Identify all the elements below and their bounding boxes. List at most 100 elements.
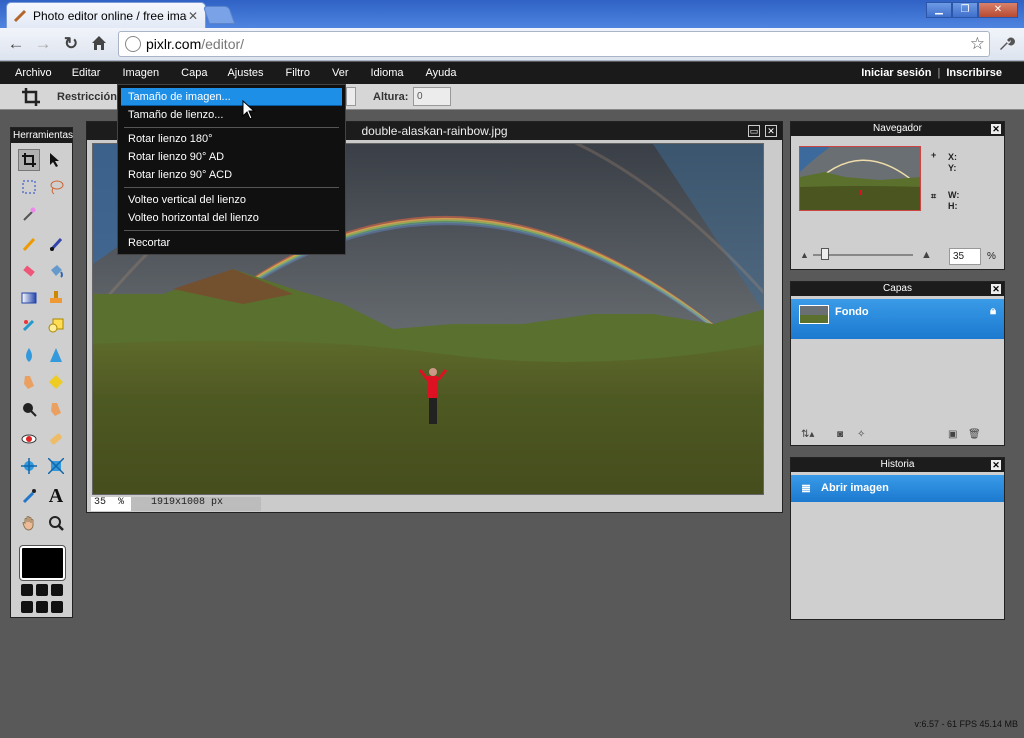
sharpen-tool-button[interactable] (45, 344, 67, 366)
zoom-tool-button[interactable] (45, 512, 67, 534)
color-picker-tool-button[interactable] (18, 485, 40, 507)
layers-close-icon[interactable]: ✕ (991, 284, 1001, 294)
menu-ayuda[interactable]: Ayuda (412, 62, 465, 84)
blur-tool-button[interactable] (18, 344, 40, 366)
layer-style-icon[interactable]: ✧ (857, 429, 865, 440)
color-replace-tool-button[interactable] (18, 314, 40, 336)
menu-imagen[interactable]: Imagen (108, 62, 167, 84)
delete-layer-icon[interactable]: 🗑︎ (968, 429, 981, 440)
menu-ajustes[interactable]: Ajustes (215, 62, 271, 84)
window-close-icon[interactable]: ✕ (978, 2, 1018, 18)
marquee-tool-button[interactable] (18, 176, 40, 198)
menu-item-rotate-90-ccw[interactable]: Rotar lienzo 90° ACD (121, 166, 342, 184)
sponge-tool-button[interactable] (45, 371, 67, 393)
mouse-cursor-icon (242, 99, 256, 123)
address-bar[interactable]: pixlr.com/editor/ ☆ (118, 31, 990, 57)
new-layer-icon[interactable]: ▣ (948, 429, 957, 440)
layers-title: Capas (883, 283, 912, 294)
tab-close-icon[interactable]: ✕ (187, 9, 199, 23)
login-link[interactable]: Iniciar sesión (861, 67, 931, 79)
drawing-tool-button[interactable] (45, 314, 67, 336)
layer-settings-icon[interactable]: ⇅▴ (801, 429, 814, 440)
stamp-tool-button[interactable] (45, 287, 67, 309)
bloat-tool-button[interactable] (18, 455, 40, 477)
zoom-in-icon[interactable]: ▲ (921, 249, 932, 261)
app-menubar: Archivo Editar Imagen Capa Ajustes Filtr… (0, 62, 1024, 84)
bookmark-star-icon[interactable]: ☆ (970, 34, 985, 54)
palette-cell[interactable] (21, 584, 33, 596)
palette-cell[interactable] (51, 600, 63, 613)
doc-zoom-field[interactable]: 35 % (91, 497, 131, 511)
move-tool-button[interactable] (45, 149, 67, 171)
menu-item-flip-horizontal[interactable]: Volteo horizontal del lienzo (121, 209, 342, 227)
spot-heal-tool-button[interactable] (45, 428, 67, 450)
pinch-tool-button[interactable] (45, 455, 67, 477)
zoom-slider-handle[interactable] (821, 248, 829, 260)
width-field[interactable] (346, 87, 356, 106)
y-label: Y: (948, 163, 957, 173)
menu-item-rotate-180[interactable]: Rotar lienzo 180° (121, 130, 342, 148)
navigator-panel: Navegador ✕ + X: Y: ⌗ W: H: ▲ ▲ 35 % (790, 121, 1005, 270)
brush-tool-button[interactable] (45, 233, 67, 255)
layer-mask-icon[interactable]: ◙ (837, 429, 843, 440)
menu-archivo[interactable]: Archivo (7, 62, 60, 84)
eraser-tool-button[interactable] (18, 260, 40, 282)
history-close-icon[interactable]: ✕ (991, 460, 1001, 470)
browser-tab[interactable]: Photo editor online / free imag ✕ (6, 2, 206, 28)
back-icon[interactable]: ← (6, 34, 26, 54)
palette-cell[interactable] (51, 584, 63, 596)
reload-icon[interactable]: ↻ (61, 34, 81, 54)
menu-editar[interactable]: Editar (60, 62, 109, 84)
menu-idioma[interactable]: Idioma (356, 62, 411, 84)
menu-item-image-size[interactable]: Tamaño de imagen... (121, 88, 342, 106)
type-tool-icon[interactable]: A (45, 485, 67, 507)
crop-tool-button[interactable] (18, 149, 40, 171)
history-entry[interactable]: ≣ Abrir imagen (791, 475, 1004, 502)
bucket-tool-button[interactable] (45, 260, 67, 282)
crosshair-icon: + (931, 150, 937, 160)
new-tab-button[interactable] (202, 6, 236, 24)
wand-tool-button[interactable] (18, 203, 40, 225)
layer-lock-icon[interactable]: 🔒︎ (990, 305, 996, 318)
menu-ver[interactable]: Ver (318, 62, 357, 84)
navigator-thumbnail[interactable] (799, 146, 921, 211)
wrench-icon[interactable] (996, 34, 1016, 54)
burn-tool-button[interactable] (18, 398, 40, 420)
palette-cell[interactable] (36, 600, 48, 613)
home-icon[interactable] (89, 34, 109, 54)
menu-filtro[interactable]: Filtro (272, 62, 318, 84)
zoom-out-icon[interactable]: ▲ (800, 250, 809, 260)
restore-icon[interactable]: ❐ (952, 2, 978, 18)
restriction-label: Restricción (57, 91, 117, 103)
pencil-tool-button[interactable] (18, 233, 40, 255)
document-filename: double-alaskan-rainbow.jpg (361, 124, 508, 138)
red-eye-tool-button[interactable] (18, 428, 40, 450)
maximize-doc-icon[interactable]: ▭ (748, 125, 760, 137)
navigator-zoom-input[interactable]: 35 (949, 248, 981, 265)
layer-row[interactable]: Fondo 🔒︎ (791, 299, 1004, 339)
menu-item-flip-vertical[interactable]: Volteo vertical del lienzo (121, 191, 342, 209)
palette-grid[interactable] (21, 584, 65, 614)
menu-item-rotate-90-cw[interactable]: Rotar lienzo 90° AD (121, 148, 342, 166)
signup-link[interactable]: Inscribirse (946, 67, 1002, 79)
hand-tool-button[interactable] (18, 512, 40, 534)
tools-panel: Herramientas A (10, 127, 73, 618)
menu-capa[interactable]: Capa (167, 62, 215, 84)
menu-item-canvas-size[interactable]: Tamaño de lienzo... (121, 106, 342, 124)
doc-zoom-value: 35 (94, 497, 107, 508)
dodge-tool-button[interactable] (45, 398, 67, 420)
height-label: Altura: (373, 91, 409, 103)
navigator-close-icon[interactable]: ✕ (991, 124, 1001, 134)
palette-cell[interactable] (21, 600, 33, 613)
lasso-tool-button[interactable] (45, 176, 67, 198)
gradient-tool-button[interactable] (18, 287, 40, 309)
height-field[interactable] (413, 87, 451, 106)
minimize-icon[interactable]: ▁ (926, 2, 952, 18)
menu-item-crop[interactable]: Recortar (121, 234, 342, 252)
close-doc-icon[interactable]: ✕ (765, 125, 777, 137)
doc-zoom-unit: % (118, 497, 125, 508)
smudge-tool-button[interactable] (18, 371, 40, 393)
forward-icon[interactable]: → (33, 34, 53, 54)
color-swatch[interactable] (19, 545, 66, 581)
palette-cell[interactable] (36, 584, 48, 596)
